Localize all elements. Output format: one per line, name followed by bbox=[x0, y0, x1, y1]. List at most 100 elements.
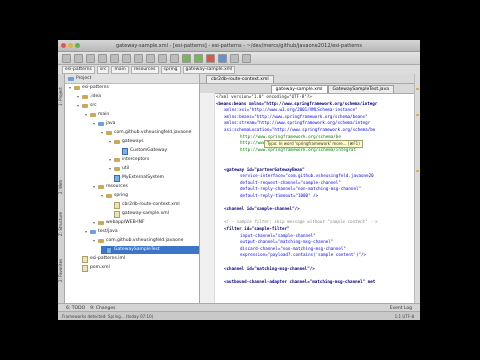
code-line[interactable]: service-interface="com.github.vsheusingf… bbox=[240, 173, 374, 179]
event-log-button[interactable]: Event Log bbox=[390, 306, 412, 311]
tree-node[interactable]: gateway-sample.xml bbox=[109, 210, 169, 218]
tree-node[interactable]: pom.xml bbox=[77, 264, 110, 272]
editor-tab[interactable]: cbr2db-route-context.xml bbox=[206, 75, 274, 83]
code-line[interactable]: xsi:schemaLocation="http://www.springfra… bbox=[224, 127, 375, 133]
side-tab-web[interactable]: 2: Web bbox=[58, 174, 64, 200]
tree-node[interactable]: ▾ test/java bbox=[85, 228, 118, 236]
code-line[interactable]: default-reply-channel="non-matching-msg-… bbox=[240, 186, 361, 192]
tree-node[interactable]: ▾ util bbox=[109, 165, 129, 173]
status-bar: Frameworks detected: Spring... (today 07… bbox=[58, 311, 420, 320]
tree-node[interactable]: ▾ resources bbox=[93, 183, 128, 191]
tree-node-label: cbr2db-route-context.xml bbox=[122, 202, 180, 207]
error-stripe[interactable] bbox=[414, 74, 420, 304]
warning-marker[interactable] bbox=[416, 88, 419, 90]
find-button[interactable] bbox=[158, 53, 167, 63]
undo-button[interactable] bbox=[98, 53, 107, 63]
tree-node[interactable]: ▾ com.github.vsheusingfeld.javaone bbox=[93, 237, 183, 245]
code-line[interactable]: http://www.springframework.org/schema/be bbox=[240, 134, 341, 140]
help-button[interactable] bbox=[242, 53, 251, 63]
stop-button[interactable] bbox=[206, 53, 215, 63]
expand-arrow-icon[interactable]: ▾ bbox=[85, 111, 88, 119]
code-line[interactable]: xmlns:beans="http://www.springframework.… bbox=[224, 114, 368, 120]
tree-node[interactable]: CustomGateway bbox=[117, 147, 167, 155]
side-tab-project[interactable]: 1: Project bbox=[58, 78, 64, 116]
code-line[interactable]: expression="payload?.contains('sample co… bbox=[240, 252, 366, 258]
expand-arrow-icon[interactable]: ▾ bbox=[93, 219, 96, 227]
code-line[interactable]: default-request-channel="sample-channel" bbox=[240, 180, 341, 186]
code-line[interactable]: <gateway id="partnerGatewayBean" bbox=[224, 167, 305, 173]
expand-arrow-icon[interactable]: ▾ bbox=[101, 129, 104, 137]
tree-node[interactable]: ▾ src bbox=[77, 102, 97, 110]
open-folder-button[interactable] bbox=[62, 53, 71, 63]
tree-node[interactable]: ▾ webapp/WEB-INF bbox=[93, 219, 145, 227]
save-button[interactable] bbox=[74, 53, 83, 63]
expand-arrow-icon[interactable]: ▾ bbox=[69, 84, 72, 92]
title-bar: gateway-sample.xml - [esi-patterns] - es… bbox=[58, 40, 420, 52]
breadcrumb-item[interactable]: spring bbox=[160, 65, 181, 74]
breadcrumb-item[interactable]: esi-patterns bbox=[62, 65, 95, 74]
code-line[interactable]: <filter id="sample-filter" bbox=[224, 226, 290, 232]
ide-window: gateway-sample.xml - [esi-patterns] - es… bbox=[58, 40, 420, 320]
settings-button[interactable] bbox=[230, 53, 239, 63]
replace-button[interactable] bbox=[170, 53, 179, 63]
vcs-button[interactable] bbox=[218, 53, 227, 63]
code-line[interactable]: <channel id="matching-msg-channel"/> bbox=[224, 266, 315, 272]
copy-button[interactable] bbox=[134, 53, 143, 63]
workspace: 1: Project 2: Web Z: Structure 2: Favori… bbox=[58, 74, 420, 304]
cut-button[interactable] bbox=[122, 53, 131, 63]
tree-node[interactable]: ▾ java bbox=[93, 120, 115, 128]
changes-tool-button[interactable]: 9: Changes bbox=[90, 306, 115, 311]
tree-node[interactable]: GatewaySampleTest bbox=[101, 246, 199, 254]
warning-marker[interactable] bbox=[416, 114, 419, 116]
side-tab-structure[interactable]: Z: Structure bbox=[58, 204, 64, 244]
breadcrumb-item[interactable]: main bbox=[111, 65, 129, 74]
paste-button[interactable] bbox=[146, 53, 155, 63]
expand-arrow-icon[interactable]: ▾ bbox=[93, 237, 96, 245]
breadcrumb-item[interactable]: resources bbox=[130, 65, 159, 74]
code-line[interactable]: input-channel="sample-channel" bbox=[240, 233, 316, 239]
expand-arrow-icon[interactable]: ▾ bbox=[109, 156, 112, 164]
code-line[interactable]: <channel id="sample-channel"/> bbox=[224, 206, 300, 212]
expand-arrow-icon[interactable]: ▾ bbox=[77, 102, 80, 110]
tree-node[interactable]: ▾ interceptors bbox=[109, 156, 149, 164]
tree-node[interactable]: cbr2db-route-context.xml bbox=[109, 201, 180, 209]
editor-tab[interactable]: GatewaySampleTest.java bbox=[327, 85, 394, 93]
code-line[interactable]: <?xml version="1.0" encoding="UTF-8"?> bbox=[216, 94, 312, 100]
breadcrumb-item[interactable]: gateway-sample.xml bbox=[182, 65, 236, 74]
code-line[interactable]: default-reply-timeout="1000" /> bbox=[240, 193, 318, 199]
expand-arrow-icon[interactable]: ▾ bbox=[77, 93, 80, 101]
expand-arrow-icon[interactable]: ▾ bbox=[109, 165, 112, 173]
side-tab-favorites[interactable]: 2: Favorites bbox=[58, 250, 64, 290]
cursor-position: 1:1 UTF-8 bbox=[394, 313, 414, 319]
tree-node[interactable]: ▾ spring bbox=[101, 192, 128, 200]
code-line[interactable]: output-channel="matching-msg-channel" bbox=[240, 239, 333, 245]
code-line[interactable]: <beans:beans xmlns="http://www.springfra… bbox=[216, 101, 377, 107]
warning-marker[interactable] bbox=[416, 170, 419, 172]
code-line[interactable]: <outbound-channel-adapter channel="match… bbox=[224, 279, 375, 285]
code-line[interactable]: discard-channel="non-matching-msg-channe… bbox=[240, 246, 346, 252]
editor-tab[interactable]: gateway-sample.xml bbox=[270, 85, 328, 93]
expand-arrow-icon[interactable]: ▾ bbox=[101, 192, 104, 200]
todo-tool-button[interactable]: 6: TODO bbox=[66, 306, 85, 311]
debug-button[interactable] bbox=[194, 53, 203, 63]
expand-arrow-icon[interactable]: ▾ bbox=[109, 138, 112, 146]
tree-node[interactable]: ▾ .idea bbox=[77, 93, 101, 101]
code-view[interactable]: <?xml version="1.0" encoding="UTF-8"?> <b… bbox=[216, 94, 414, 304]
code-line[interactable]: <!-- sample filter: skip message without… bbox=[224, 219, 378, 225]
redo-button[interactable] bbox=[110, 53, 119, 63]
tree-node[interactable]: MyExternalSystem bbox=[109, 174, 164, 182]
code-line[interactable]: xmlns:stream="http://www.springframework… bbox=[224, 120, 370, 126]
code-line[interactable]: xmlns:xsi="http://www.w3.org/2001/XMLSch… bbox=[224, 107, 358, 113]
breadcrumb-item[interactable]: src bbox=[96, 65, 110, 74]
tree-node-label: gateways bbox=[122, 139, 144, 144]
tree-node[interactable]: ▾ main bbox=[85, 111, 109, 119]
run-button[interactable] bbox=[182, 53, 191, 63]
expand-arrow-icon[interactable]: ▾ bbox=[93, 120, 96, 128]
tree-node[interactable]: ▾ gateways bbox=[109, 138, 144, 146]
sync-button[interactable] bbox=[86, 53, 95, 63]
tree-node[interactable]: ▾ esi-patterns bbox=[69, 84, 109, 92]
tree-node[interactable]: esi-patterns.iml bbox=[77, 255, 125, 263]
tree-node[interactable]: ▾ com.github.vsheusingfeld.javaone bbox=[101, 129, 191, 137]
expand-arrow-icon[interactable]: ▾ bbox=[93, 183, 96, 191]
expand-arrow-icon[interactable]: ▾ bbox=[85, 228, 88, 236]
